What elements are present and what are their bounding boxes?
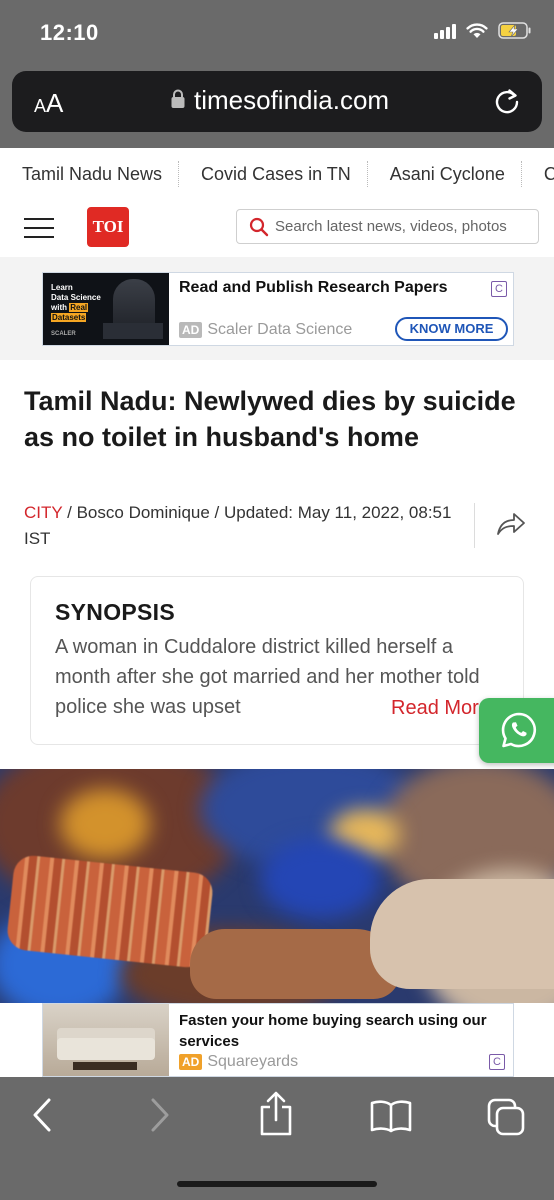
article-hero-image: [0, 769, 554, 1005]
home-indicator[interactable]: [177, 1181, 377, 1187]
browser-bottom-toolbar: [0, 1077, 554, 1200]
know-more-button[interactable]: KNOW MORE: [395, 317, 508, 341]
sponsored-ad-scaler[interactable]: Learn Data Science with Real Datasets SC…: [42, 272, 514, 346]
divider: [474, 503, 475, 548]
ad-band-bottom: Fasten your home buying search using our…: [0, 1003, 554, 1077]
whatsapp-share-button[interactable]: [479, 698, 554, 763]
adchoices-icon[interactable]: C: [491, 281, 507, 297]
whatsapp-icon: [501, 712, 537, 748]
ad-badge: AD: [179, 322, 203, 338]
search-placeholder: Search latest news, videos, photos: [275, 218, 507, 235]
lock-icon: [170, 85, 186, 116]
battery-charging-icon: [498, 22, 532, 39]
article-byline: CITY / Bosco Dominique / Updated: May 11…: [24, 500, 454, 552]
article-headline: Tamil Nadu: Newlywed dies by suicide as …: [24, 386, 516, 452]
search-input[interactable]: Search latest news, videos, photos: [236, 209, 539, 244]
sponsored-ad-squareyards[interactable]: Fasten your home buying search using our…: [42, 1003, 514, 1077]
search-icon: [249, 217, 269, 236]
trending-topics-strip: Tamil Nadu News Covid Cases in TN Asani …: [0, 148, 554, 200]
status-icons: [434, 22, 532, 39]
trending-link[interactable]: Asani Cyclone: [368, 161, 522, 187]
ad-band-top: Learn Data Science with Real Datasets SC…: [0, 257, 554, 360]
url-text: timesofindia.com: [194, 85, 390, 115]
chevron-left-icon[interactable]: [30, 1095, 54, 1140]
ad-title[interactable]: Fasten your home buying search using our…: [179, 1010, 499, 1052]
ad-source: AD Squareyards: [179, 1053, 298, 1071]
chevron-right-icon[interactable]: [148, 1095, 172, 1140]
url-display[interactable]: timesofindia.com: [170, 85, 389, 116]
ad-image: Learn Data Science with Real Datasets SC…: [43, 273, 169, 345]
reader-options-button[interactable]: AA: [34, 88, 63, 119]
toi-logo[interactable]: TOI: [87, 207, 129, 247]
cellular-signal-icon: [434, 23, 456, 39]
book-icon[interactable]: [370, 1099, 412, 1138]
address-bar[interactable]: AA timesofindia.com: [12, 71, 542, 132]
share-icon[interactable]: [258, 1091, 294, 1142]
synopsis-box: SYNOPSIS A woman in Cuddalore district k…: [30, 576, 524, 745]
status-time: 12:10: [40, 20, 99, 45]
read-more-link[interactable]: Read More: [371, 693, 490, 723]
synopsis-title: SYNOPSIS: [55, 599, 175, 625]
byline-text: / Bosco Dominique / Updated: May 11, 202…: [24, 503, 452, 548]
trending-link[interactable]: Covid Cases in TN: [179, 161, 368, 187]
trending-link[interactable]: Tamil Nadu News: [0, 161, 180, 187]
site-header: TOI Search latest news, videos, photos: [0, 200, 554, 256]
ad-title[interactable]: Read and Publish Research Papers: [179, 279, 448, 297]
reload-icon[interactable]: [492, 86, 522, 121]
category-link[interactable]: CITY: [24, 503, 62, 522]
tabs-icon[interactable]: [486, 1097, 526, 1142]
ad-source: AD Scaler Data Science: [179, 321, 352, 339]
share-arrow-icon[interactable]: [494, 510, 526, 543]
trending-link[interactable]: C: [522, 161, 554, 187]
ad-badge: AD: [179, 1054, 203, 1070]
ad-image: [43, 1004, 169, 1076]
adchoices-icon[interactable]: C: [489, 1054, 505, 1070]
wifi-icon: [466, 22, 488, 39]
browser-top-chrome: 12:10 AA timesofindia.com: [0, 0, 554, 148]
menu-icon[interactable]: [24, 218, 54, 238]
